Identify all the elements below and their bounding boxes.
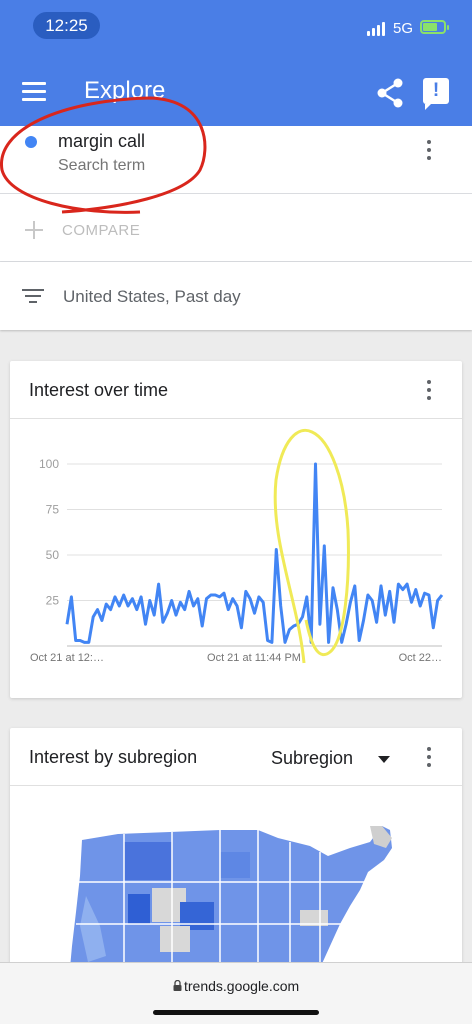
plus-icon <box>25 221 43 239</box>
more-options-icon[interactable] <box>426 380 432 402</box>
card-header: Interest by subregion Subregion <box>10 728 462 786</box>
more-options-icon[interactable] <box>426 747 432 769</box>
more-options-icon[interactable] <box>426 140 432 162</box>
url-text: trends.google.com <box>184 978 300 994</box>
browser-url-bar[interactable]: trends.google.com <box>0 962 472 1024</box>
us-map[interactable] <box>10 786 462 968</box>
status-time: 12:25 <box>33 12 100 39</box>
lock-icon <box>173 980 182 991</box>
card-title: Interest by subregion <box>29 747 198 767</box>
signal-icon <box>367 22 387 36</box>
page-title: Explore <box>84 77 166 104</box>
network-type: 5G <box>393 20 414 37</box>
menu-icon[interactable] <box>22 82 46 102</box>
compare-row[interactable]: COMPARE <box>0 194 472 262</box>
y-tick-label: 75 <box>46 503 60 517</box>
search-term-title: margin call <box>58 131 146 151</box>
y-tick-label: 100 <box>39 457 59 471</box>
home-indicator[interactable] <box>153 1010 319 1015</box>
filter-icon <box>22 289 44 305</box>
chevron-down-icon[interactable] <box>378 756 390 763</box>
search-term-card[interactable]: margin call Search term <box>0 126 472 194</box>
term-color-dot <box>25 136 37 148</box>
app-bar: Explore ! <box>0 62 472 126</box>
x-tick-label: Oct 22… <box>399 652 442 664</box>
interest-chart[interactable]: 100 75 50 25 Oct 21 at 12:… Oct 21 at 11:44 P… <box>10 419 462 698</box>
series-line <box>65 462 444 644</box>
x-tick-label: Oct 21 at 11:44 PM <box>207 652 301 664</box>
battery-icon <box>420 20 449 34</box>
compare-label: COMPARE <box>62 222 141 239</box>
card-header: Interest over time <box>10 361 462 419</box>
y-tick-label: 25 <box>46 594 60 608</box>
subregion-dropdown[interactable]: Subregion <box>271 748 353 769</box>
share-icon[interactable] <box>376 78 404 108</box>
interest-by-subregion-card: Interest by subregion Subregion <box>10 728 462 968</box>
card-title: Interest over time <box>29 380 169 400</box>
status-bar: 12:25 5G <box>0 0 472 62</box>
feedback-icon[interactable]: ! <box>423 78 449 110</box>
filter-label: United States, Past day <box>63 287 241 306</box>
search-term-subtitle: Search term <box>58 157 146 174</box>
y-tick-label: 50 <box>46 548 60 562</box>
interest-over-time-card: Interest over time 100 75 50 25 Oct 21 at 12… <box>10 361 462 698</box>
filter-row[interactable]: United States, Past day <box>0 262 472 330</box>
x-tick-label: Oct 21 at 12:… <box>30 652 104 664</box>
